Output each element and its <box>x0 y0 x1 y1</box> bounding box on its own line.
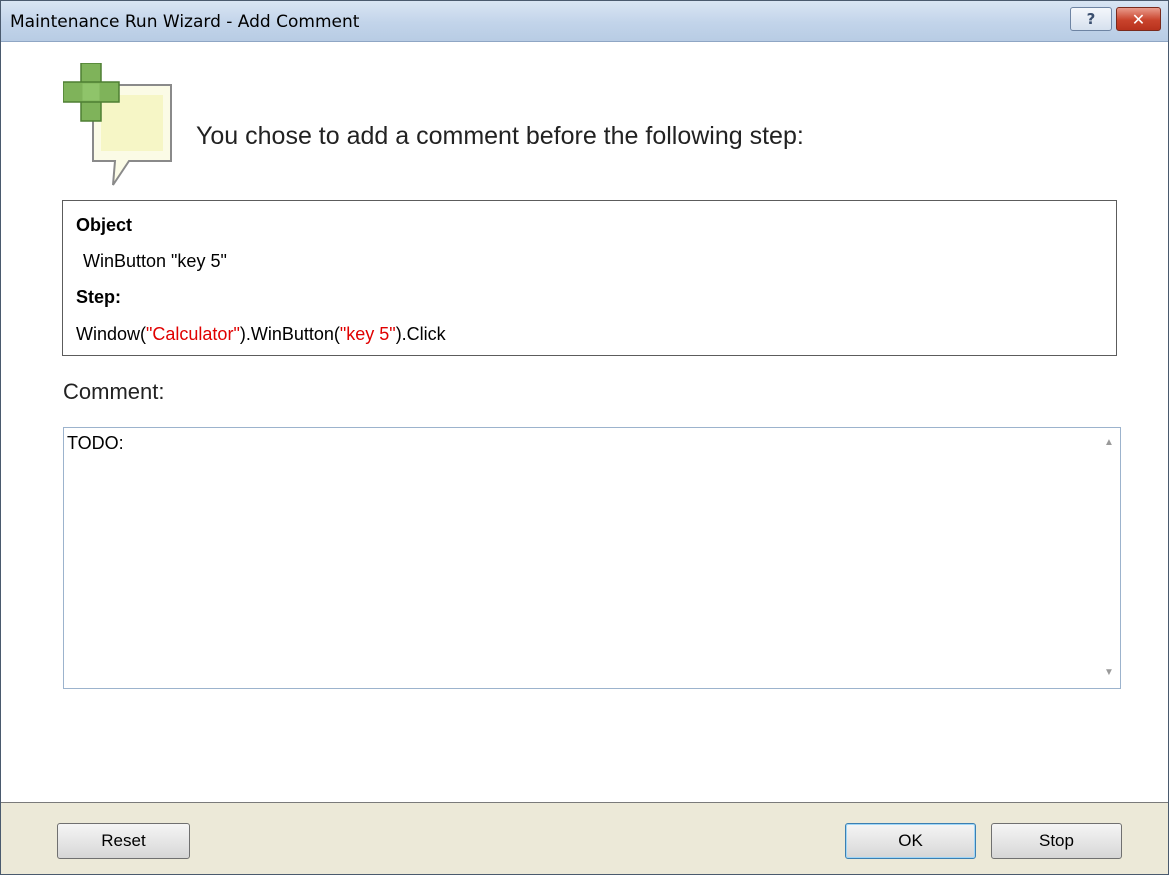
comment-label: Comment: <box>63 379 165 404</box>
comment-text: TODO: <box>67 433 124 453</box>
step-statement: Window("Calculator").WinButton("key 5").… <box>76 324 446 345</box>
comment-textarea[interactable]: TODO: ▲ ▼ <box>63 427 1121 689</box>
close-button[interactable]: ✕ <box>1116 7 1161 31</box>
stop-button[interactable]: Stop <box>991 823 1122 859</box>
step-heading: Step: <box>76 287 121 307</box>
header-message: You chose to add a comment before the fo… <box>196 122 804 150</box>
add-comment-icon <box>63 63 172 186</box>
step-text-part: ).WinButton( <box>239 324 340 344</box>
window-title: Maintenance Run Wizard - Add Comment <box>10 12 360 32</box>
close-icon: ✕ <box>1131 9 1146 29</box>
step-text-part: ).Click <box>395 324 446 344</box>
comment-scrollbar[interactable]: ▲ ▼ <box>1098 428 1120 688</box>
help-icon: ? <box>1086 10 1096 28</box>
scroll-up-icon[interactable]: ▲ <box>1098 433 1120 453</box>
title-bar[interactable]: Maintenance Run Wizard - Add Comment ? ✕ <box>1 1 1168 42</box>
object-heading: Object <box>76 215 133 235</box>
step-string-literal: "Calculator" <box>146 324 240 344</box>
reset-button[interactable]: Reset <box>57 823 190 859</box>
step-string-literal: "key 5" <box>339 324 396 344</box>
object-value: WinButton "key 5" <box>83 251 227 271</box>
step-details-box: Object WinButton "key 5" Step: Window("C… <box>62 200 1117 356</box>
step-text-part: Window( <box>76 324 147 344</box>
scroll-down-icon[interactable]: ▼ <box>1098 663 1120 683</box>
help-button[interactable]: ? <box>1070 7 1112 31</box>
ok-button[interactable]: OK <box>845 823 976 859</box>
wizard-window: Maintenance Run Wizard - Add Comment ? ✕… <box>0 0 1169 875</box>
